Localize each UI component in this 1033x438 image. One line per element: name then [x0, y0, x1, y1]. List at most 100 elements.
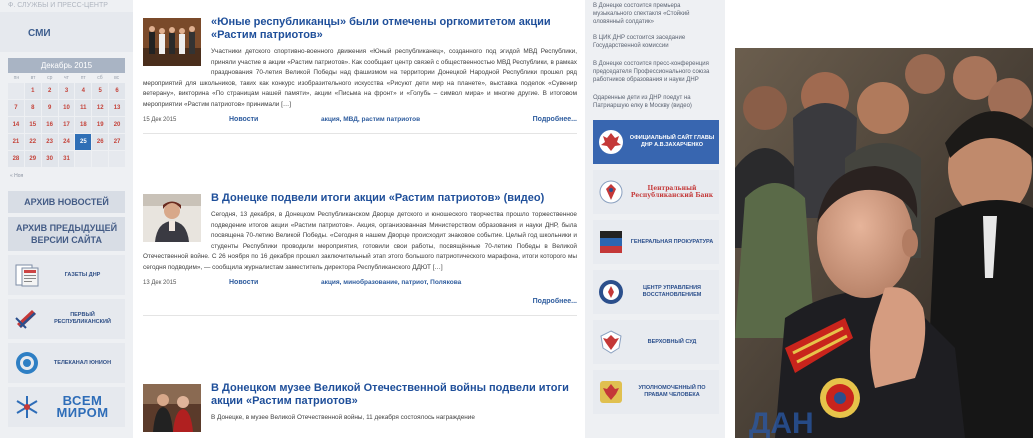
read-more-link[interactable]: Подробнее...: [533, 116, 577, 123]
banner-prosecutor[interactable]: ГЕНЕРАЛЬНАЯ ПРОКУРАТУРА: [593, 220, 719, 264]
article-title[interactable]: В Донецке подвели итоги акции «Растим па…: [143, 192, 577, 205]
banner-label: ГЕНЕРАЛЬНАЯ ПРОКУРАТУРА: [630, 238, 714, 245]
article-title[interactable]: «Юные республиканцы» были отмечены оргко…: [143, 16, 577, 42]
banner-label: ВЕРХОВНЫЙ СУД: [647, 338, 697, 345]
banner-head-of-dnr[interactable]: ОФИЦИАЛЬНЫЙ САЙТ ГЛАВЫ ДНР А.В.ЗАХАРЧЕНК…: [593, 120, 719, 164]
newspaper-icon: [15, 264, 39, 287]
calendar-day[interactable]: 27: [109, 134, 125, 150]
article-divider: [143, 133, 577, 134]
calendar-day[interactable]: 13: [109, 100, 125, 116]
weekday-label: чт: [64, 75, 69, 81]
first-channel-icon: [15, 310, 36, 329]
calendar-day[interactable]: 21: [8, 134, 24, 150]
article-title[interactable]: В Донецком музее Великой Отечественной в…: [143, 382, 577, 408]
banner-label: ВСЕМ МИРОМ: [56, 393, 109, 420]
calendar-day[interactable]: 4: [75, 83, 92, 99]
dnr-emblem-icon: [599, 130, 623, 154]
weekday-label: вс: [114, 75, 120, 81]
calendar-day[interactable]: 1: [24, 83, 41, 99]
cadets-photo-image: ДАН: [735, 48, 1033, 438]
read-more-link[interactable]: Подробнее...: [143, 298, 577, 305]
dan-watermark: ДАН: [749, 407, 814, 438]
calendar-day[interactable]: 15: [24, 117, 41, 133]
banner-ombudsman[interactable]: УПОЛНОМОЧЕННЫЙ ПО ПРАВАМ ЧЕЛОВЕКА: [593, 370, 719, 414]
calendar-day[interactable]: 18: [75, 117, 92, 133]
calendar-day[interactable]: 7: [8, 100, 24, 116]
article-date: 15 Дек 2015: [143, 117, 177, 123]
calendar-day[interactable]: 9: [41, 100, 58, 116]
calendar-day[interactable]: 30: [41, 151, 58, 167]
article-tags-links[interactable]: акция, МВД, растим патриотов: [321, 116, 533, 123]
calendar-day[interactable]: 3: [58, 83, 75, 99]
banner-label: ЦЕНТР УПРАВЛЕНИЯ ВОССТАНОВЛЕНИЕМ: [642, 285, 702, 298]
calendar-day[interactable]: 16: [41, 117, 58, 133]
announcements-list: В Донецке состоится премьера музыкальног…: [593, 0, 719, 110]
calendar-day: [8, 83, 24, 99]
calendar-month-header: Декабрь 2015: [8, 58, 125, 73]
banner-label: ПЕРВЫЙ РЕСПУБЛИКАНСКИЙ: [54, 312, 111, 325]
sidebar-top-link[interactable]: Ф. СЛУЖБЫ И ПРЕСС-ЦЕНТР: [0, 0, 133, 12]
announcement-item[interactable]: В Донецке состоится премьера музыкальног…: [593, 2, 719, 26]
banner-restoration-center[interactable]: ЦЕНТР УПРАВЛЕНИЯ ВОССТАНОВЛЕНИЕМ: [593, 270, 719, 314]
calendar-day[interactable]: 6: [109, 83, 125, 99]
calendar-day[interactable]: 24: [58, 134, 75, 150]
bank-emblem-icon: [599, 180, 623, 204]
calendar-day[interactable]: 2: [41, 83, 58, 99]
archive-news-button[interactable]: АРХИВ НОВОСТЕЙ: [8, 191, 125, 213]
smi-link[interactable]: СМИ: [0, 12, 133, 52]
weekday-label: пт: [80, 75, 86, 81]
banner-label: ТЕЛЕКАНАЛ ЮНИОН: [53, 359, 112, 366]
article-thumbnail[interactable]: [143, 18, 201, 66]
calendar-day-grid: 1 2 3 4 5 6 7 8 9 10 11 12 13 14 15 16 17 18 19 20 21 22 23 24 2…: [8, 83, 125, 167]
calendar-day[interactable]: 31: [58, 151, 75, 167]
calendar-widget: Декабрь 2015 пн вт ср чт пт сб вс 123456…: [8, 58, 125, 185]
article-category-link[interactable]: Новости: [229, 116, 321, 123]
calendar-day[interactable]: 17: [58, 117, 75, 133]
calendar-day[interactable]: 19: [92, 117, 109, 133]
calendar-day[interactable]: 12: [92, 100, 109, 116]
weekday-label: пн: [13, 75, 20, 81]
article-category-link[interactable]: Новости: [229, 279, 321, 286]
announcement-item[interactable]: Одаренные дети из ДНР поедут на Патриарш…: [593, 94, 719, 110]
article-excerpt: Сегодня, 13 декабря, в Донецком Республи…: [143, 211, 577, 271]
calendar-day[interactable]: 14: [8, 117, 24, 133]
column-gap: [725, 0, 735, 438]
article-date: 13 Дек 2015: [143, 280, 177, 286]
calendar-day[interactable]: 28: [8, 151, 24, 167]
calendar-prev-month-link[interactable]: « Ноя: [8, 167, 125, 185]
calendar-day[interactable]: 5: [92, 83, 109, 99]
news-feed: «Юные республиканцы» были отмечены оргко…: [133, 0, 585, 438]
announcement-item[interactable]: В ЦИК ДНР состоится заседание Государств…: [593, 34, 719, 50]
banner-union-tv[interactable]: ТЕЛЕКАНАЛ ЮНИОН: [8, 343, 125, 383]
article-meta: 15 Дек 2015 Новости акция, МВД, растим п…: [143, 116, 577, 123]
calendar-day[interactable]: 10: [58, 100, 75, 116]
article-tags-links[interactable]: акция, минобразование, патриот, Полякова: [321, 279, 577, 286]
calendar-day[interactable]: 22: [24, 134, 41, 150]
announcement-item[interactable]: В Донецке состоится пресс-конференция пр…: [593, 60, 719, 84]
calendar-day[interactable]: 23: [41, 134, 58, 150]
archive-previous-site-button[interactable]: АРХИВ ПРЕДЫДУЩЕЙ ВЕРСИИ САЙТА: [8, 217, 125, 251]
article-thumbnail[interactable]: [143, 194, 201, 242]
article-excerpt: В Донецке, в музее Великой Отечественной…: [211, 414, 475, 421]
snowflake-icon: [16, 396, 38, 418]
banner-first-republican[interactable]: ПЕРВЫЙ РЕСПУБЛИКАНСКИЙ: [8, 299, 125, 339]
banner-central-bank[interactable]: Центральный Республиканский Банк: [593, 170, 719, 214]
article-thumbnail[interactable]: [143, 384, 201, 432]
banner-vsem-mirom[interactable]: ВСЕМ МИРОМ: [8, 387, 125, 427]
article-meta: 13 Дек 2015 Новости акция, минобразовани…: [143, 279, 577, 286]
calendar-day-today[interactable]: 25: [75, 134, 92, 150]
calendar-day[interactable]: 11: [75, 100, 92, 116]
calendar-day[interactable]: 8: [24, 100, 41, 116]
banner-supreme-court[interactable]: ВЕРХОВНЫЙ СУД: [593, 320, 719, 364]
calendar-weekdays: пн вт ср чт пт сб вс: [8, 73, 125, 83]
banner-newspapers[interactable]: ГАЗЕТЫ ДНР: [8, 255, 125, 295]
calendar-day[interactable]: 29: [24, 151, 41, 167]
restoration-icon: [599, 280, 623, 304]
banner-label: Центральный Республиканский Банк: [630, 185, 714, 199]
calendar-day: [92, 151, 109, 167]
calendar-day[interactable]: 26: [92, 134, 109, 150]
weekday-label: сб: [97, 75, 103, 81]
article-excerpt: Участники детского спортивно-военного дв…: [143, 48, 577, 108]
news-article: В Донецке подвели итоги акции «Растим па…: [143, 180, 577, 376]
calendar-day[interactable]: 20: [109, 117, 125, 133]
